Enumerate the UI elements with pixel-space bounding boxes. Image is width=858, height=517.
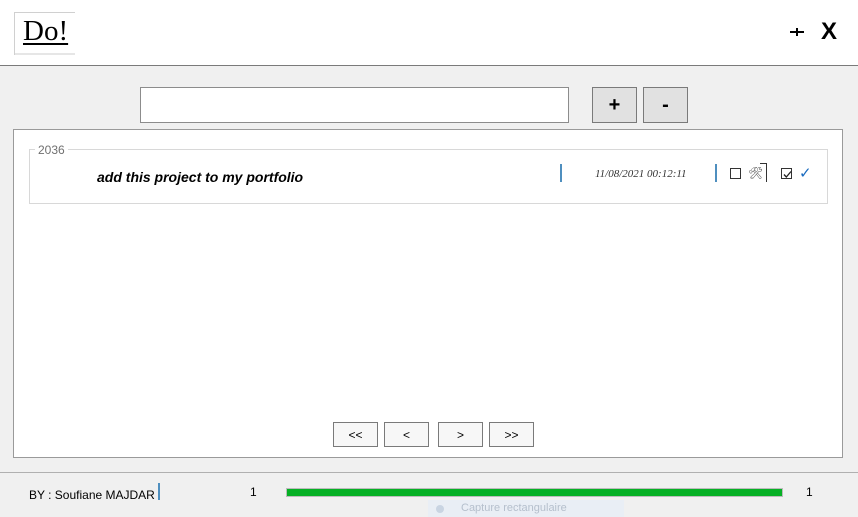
- last-page-button[interactable]: >>: [489, 422, 534, 447]
- done-checkbox[interactable]: [781, 168, 792, 179]
- task-input[interactable]: [140, 87, 569, 123]
- separator: [715, 164, 717, 182]
- separator: [158, 483, 160, 500]
- status-bar: BY : Soufiane MAJDAR 1 1 Capture rectang…: [0, 472, 858, 517]
- minimize-icon: [790, 28, 804, 36]
- minimize-button[interactable]: [784, 20, 810, 44]
- overlay-tooltip: Capture rectangulaire: [428, 500, 624, 517]
- capture-icon: [436, 505, 444, 513]
- author-label: BY : Soufiane MAJDAR: [29, 488, 155, 502]
- separator: [560, 164, 562, 182]
- tools-icon: 🛠: [748, 166, 764, 180]
- checkbox-check-icon: [783, 171, 792, 178]
- close-button[interactable]: X: [816, 18, 842, 45]
- progress-bar: [286, 488, 783, 497]
- check-icon: ✓: [799, 165, 812, 182]
- separator: [760, 163, 767, 182]
- progress-fill: [287, 489, 782, 496]
- remove-task-button[interactable]: -: [643, 87, 688, 123]
- task-date: 11/08/2021 00:12:11: [595, 168, 687, 180]
- task-text: add this project to my portfolio: [97, 169, 304, 185]
- first-page-button[interactable]: <<: [333, 422, 378, 447]
- next-page-button[interactable]: >: [438, 422, 483, 447]
- previous-page-button[interactable]: <: [384, 422, 429, 447]
- in-progress-checkbox[interactable]: [730, 168, 741, 179]
- app-logo: Do!: [14, 12, 75, 55]
- done-count: 1: [250, 485, 257, 499]
- logo-text: Do!: [23, 15, 69, 47]
- task-list-panel: 2036 add this project to my portfolio 11…: [13, 129, 843, 458]
- total-count: 1: [806, 485, 813, 499]
- title-bar: Do! X: [0, 0, 858, 66]
- add-task-button[interactable]: +: [592, 87, 637, 123]
- task-item[interactable]: 2036 add this project to my portfolio 11…: [29, 143, 828, 204]
- task-id: 2036: [35, 143, 68, 157]
- overlay-tooltip-text: Capture rectangulaire: [461, 502, 567, 514]
